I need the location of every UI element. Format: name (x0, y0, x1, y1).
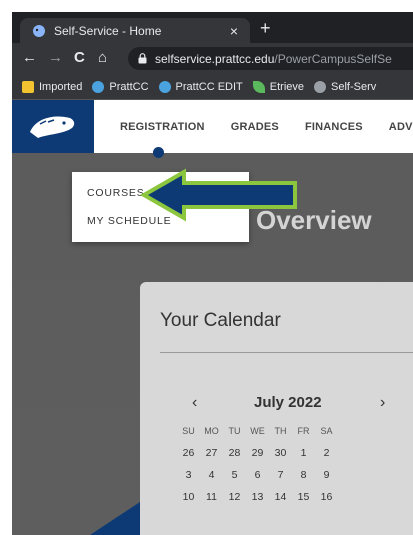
calendar-month: July 2022 (254, 394, 322, 411)
back-button[interactable]: ← (22, 49, 37, 66)
calendar-day[interactable]: 30 (269, 447, 292, 459)
beaver-icon (314, 80, 327, 93)
calendar-grid: SU MO TU WE TH FR SA 26 27 28 29 30 1 2 … (177, 420, 338, 508)
folder-icon (22, 80, 34, 93)
browser-window: Self-Service - Home × + ← → C ⌂ selfserv… (12, 12, 413, 535)
weekday-label: TH (274, 426, 287, 436)
reload-button[interactable]: C (74, 49, 85, 66)
calendar-day[interactable]: 10 (177, 491, 200, 503)
calendar-day[interactable]: 7 (269, 469, 292, 481)
menu-item-courses[interactable]: COURSES (87, 187, 145, 199)
tab-strip: Self-Service - Home × + (12, 12, 413, 43)
bookmark-etrieve[interactable]: Etrieve (252, 80, 305, 93)
lock-icon (138, 53, 147, 64)
browser-tab[interactable]: Self-Service - Home × (20, 18, 250, 43)
nav-finances[interactable]: FINANCES (305, 121, 363, 133)
college-logo[interactable] (12, 100, 94, 153)
close-tab-icon[interactable]: × (230, 23, 238, 39)
calendar-week: 3 4 5 6 7 8 9 (177, 464, 338, 486)
bookmark-label: PrattCC (109, 80, 149, 93)
calendar-day[interactable]: 26 (177, 447, 200, 459)
previous-month-button[interactable]: ‹ (192, 394, 197, 412)
home-button[interactable]: ⌂ (98, 49, 107, 66)
calendar-card: Your Calendar ‹ July 2022 › SU MO TU WE … (140, 282, 413, 535)
calendar-day[interactable]: 11 (200, 491, 223, 503)
calendar-day[interactable]: 27 (200, 447, 223, 459)
calendar-day[interactable]: 12 (223, 491, 246, 503)
nav-registration[interactable]: REGISTRATION (120, 121, 205, 133)
weekday-label: MO (204, 426, 219, 436)
pointer-arrow-icon (140, 168, 297, 222)
calendar-day[interactable]: 2 (315, 447, 338, 459)
bookmark-prattcc[interactable]: PrattCC (92, 80, 149, 93)
weekday-label: TU (228, 426, 241, 436)
url-host: selfservice.prattcc.edu (155, 51, 275, 66)
bookmark-label: PrattCC EDIT (175, 80, 243, 93)
calendar-day[interactable]: 3 (177, 469, 200, 481)
calendar-day[interactable]: 16 (315, 491, 338, 503)
prattcc-icon (92, 80, 105, 93)
weekday-header: SU MO TU WE TH FR SA (177, 420, 338, 442)
prattcc-icon (158, 80, 171, 93)
forward-button[interactable]: → (48, 49, 63, 66)
calendar-day[interactable]: 9 (315, 469, 338, 481)
calendar-title: Your Calendar (160, 310, 281, 331)
calendar-day[interactable]: 4 (200, 469, 223, 481)
decorative-stripe (90, 502, 140, 535)
bookmark-label: Etrieve (269, 80, 305, 93)
nav-grades[interactable]: GRADES (231, 121, 279, 133)
next-month-button[interactable]: › (380, 394, 385, 412)
weekday-label: SU (182, 426, 195, 436)
calendar-day[interactable]: 8 (292, 469, 315, 481)
bookmark-label: Self-Serv (331, 80, 377, 93)
url-text: selfservice.prattcc.edu/PowerCampusSelfS… (155, 52, 392, 66)
calendar-day[interactable]: 29 (246, 447, 269, 459)
calendar-day[interactable]: 15 (292, 491, 315, 503)
calendar-week: 26 27 28 29 30 1 2 (177, 442, 338, 464)
bookmark-prattcc-edit[interactable]: PrattCC EDIT (158, 80, 243, 93)
leaf-icon (252, 80, 265, 93)
calendar-week: 10 11 12 13 14 15 16 (177, 486, 338, 508)
weekday-label: FR (297, 426, 310, 436)
calendar-day[interactable]: 5 (223, 469, 246, 481)
weekday-label: SA (320, 426, 333, 436)
nav-advising[interactable]: ADVIS (389, 121, 413, 133)
divider (160, 352, 413, 353)
bookmark-imported[interactable]: Imported (22, 80, 83, 93)
weekday-label: WE (250, 426, 265, 436)
new-tab-button[interactable]: + (260, 18, 271, 39)
calendar-day[interactable]: 28 (223, 447, 246, 459)
calendar-day[interactable]: 14 (269, 491, 292, 503)
app-header: REGISTRATION GRADES FINANCES ADVIS (12, 100, 413, 153)
main-nav: REGISTRATION GRADES FINANCES ADVIS (120, 100, 413, 153)
calendar-day[interactable]: 13 (246, 491, 269, 503)
beaver-logo-icon (30, 116, 75, 138)
bookmarks-bar: Imported PrattCC PrattCC EDIT Etrieve Se… (12, 74, 413, 100)
bookmark-self-service[interactable]: Self-Serv (314, 80, 377, 93)
url-path: /PowerCampusSelfSe (274, 51, 392, 66)
calendar-day[interactable]: 1 (292, 447, 315, 459)
browser-toolbar: ← → C ⌂ selfservice.prattcc.edu/PowerCam… (12, 43, 413, 74)
calendar-day[interactable]: 6 (246, 469, 269, 481)
beaver-favicon-icon (33, 24, 45, 37)
address-bar[interactable]: selfservice.prattcc.edu/PowerCampusSelfS… (128, 47, 413, 70)
bookmark-label: Imported (39, 80, 83, 93)
active-nav-indicator (153, 147, 164, 158)
tab-title: Self-Service - Home (54, 23, 162, 38)
